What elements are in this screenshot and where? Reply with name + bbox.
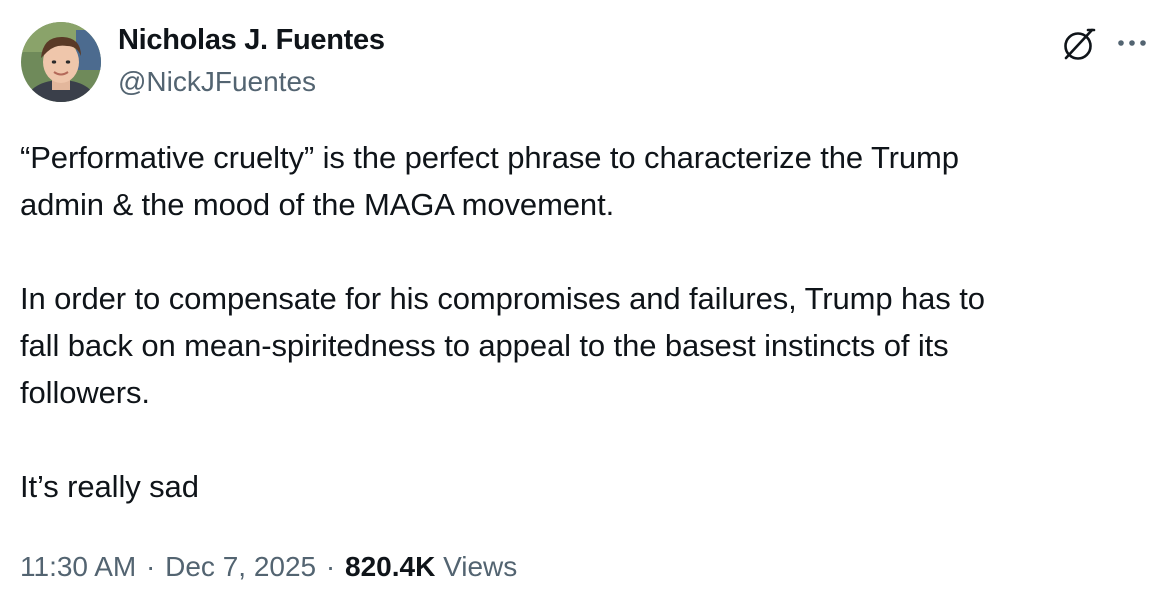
tweet-card: Nicholas J. Fuentes @NickJFuentes “Perfo… (0, 0, 1172, 598)
tweet-meta: 11:30 AM · Dec 7, 2025 · 820.4K Views (20, 551, 517, 583)
author-display-name[interactable]: Nicholas J. Fuentes (118, 24, 385, 57)
grok-icon[interactable] (1058, 23, 1100, 65)
views-label: Views (443, 551, 518, 582)
more-horizontal-icon[interactable] (1113, 28, 1151, 58)
tweet-paragraph: It’s really sad (20, 469, 199, 504)
tweet-paragraph: In order to compensate for his compromis… (20, 281, 985, 410)
tweet-time[interactable]: 11:30 AM (20, 551, 136, 582)
tweet-text: “Performative cruelty” is the perfect ph… (20, 134, 1150, 510)
views-count[interactable]: 820.4K (345, 551, 435, 582)
tweet-date[interactable]: Dec 7, 2025 (165, 551, 316, 582)
profile-photo (21, 22, 101, 102)
tweet-paragraph: “Performative cruelty” is the perfect ph… (20, 140, 959, 222)
avatar[interactable] (21, 22, 101, 102)
meta-separator: · (325, 551, 336, 582)
author-handle[interactable]: @NickJFuentes (118, 66, 316, 98)
meta-separator: · (146, 551, 156, 582)
